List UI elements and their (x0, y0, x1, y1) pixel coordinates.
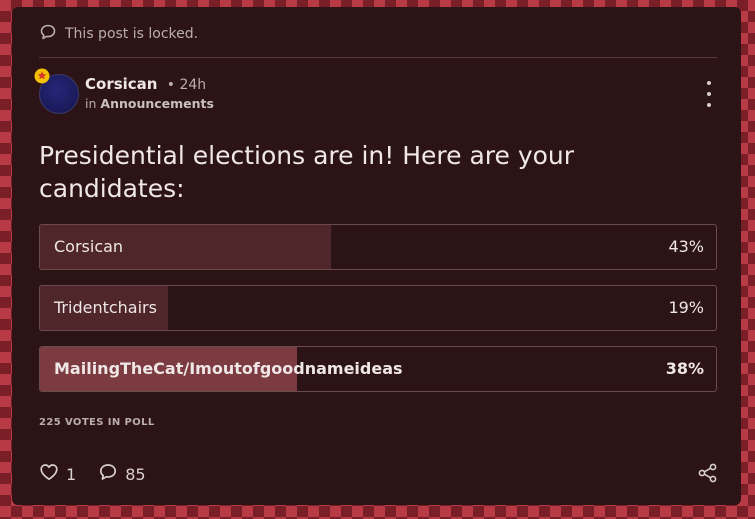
category-link[interactable]: Announcements (100, 96, 214, 111)
poll-option-label: Corsican (54, 237, 124, 256)
divider (39, 57, 717, 58)
post-actions: 1 85 (39, 462, 146, 486)
category-prefix: in (85, 96, 97, 111)
locked-text: This post is locked. (65, 26, 199, 42)
heart-icon (39, 463, 59, 485)
author-name[interactable]: Corsican (85, 75, 157, 93)
post-card: This post is locked. Corsican • 24h in A… (12, 7, 741, 505)
like-count: 1 (66, 464, 77, 484)
post-header: Corsican • 24h in Announcements (34, 68, 719, 115)
locked-notice: This post is locked. (39, 23, 198, 45)
poll: Corsican 43% Tridentchairs 19% MailingTh… (39, 224, 717, 407)
poll-option-tridentchairs[interactable]: Tridentchairs 19% (39, 285, 717, 331)
poll-option-percent: 38% (665, 359, 704, 378)
post-time: • 24h (166, 77, 207, 93)
poll-option-corsican[interactable]: Corsican 43% (39, 224, 717, 270)
category-line: in Announcements (85, 96, 214, 111)
chat-bubble-icon (39, 23, 57, 45)
poll-vote-count: 225 VOTES IN POLL (39, 417, 155, 428)
like-button[interactable]: 1 (39, 463, 76, 485)
comment-button[interactable]: 85 (98, 462, 146, 486)
poll-option-label: MailingTheCat/Imoutofgoodnameideas (54, 359, 403, 378)
poll-option-percent: 19% (668, 298, 704, 317)
share-icon[interactable] (697, 462, 719, 488)
poll-option-percent: 43% (668, 237, 704, 256)
poll-option-mailingthecat[interactable]: MailingTheCat/Imoutofgoodnameideas 38% (39, 346, 717, 392)
comment-icon (98, 462, 118, 486)
more-vertical-icon[interactable] (699, 81, 719, 107)
post-title: Presidential elections are in! Here are … (39, 141, 575, 203)
star-badge-icon (34, 68, 50, 84)
poll-option-label: Tridentchairs (54, 298, 157, 317)
post-time-value: 24h (179, 77, 207, 93)
author-line: Corsican • 24h (85, 75, 206, 93)
comment-count: 85 (125, 464, 146, 484)
